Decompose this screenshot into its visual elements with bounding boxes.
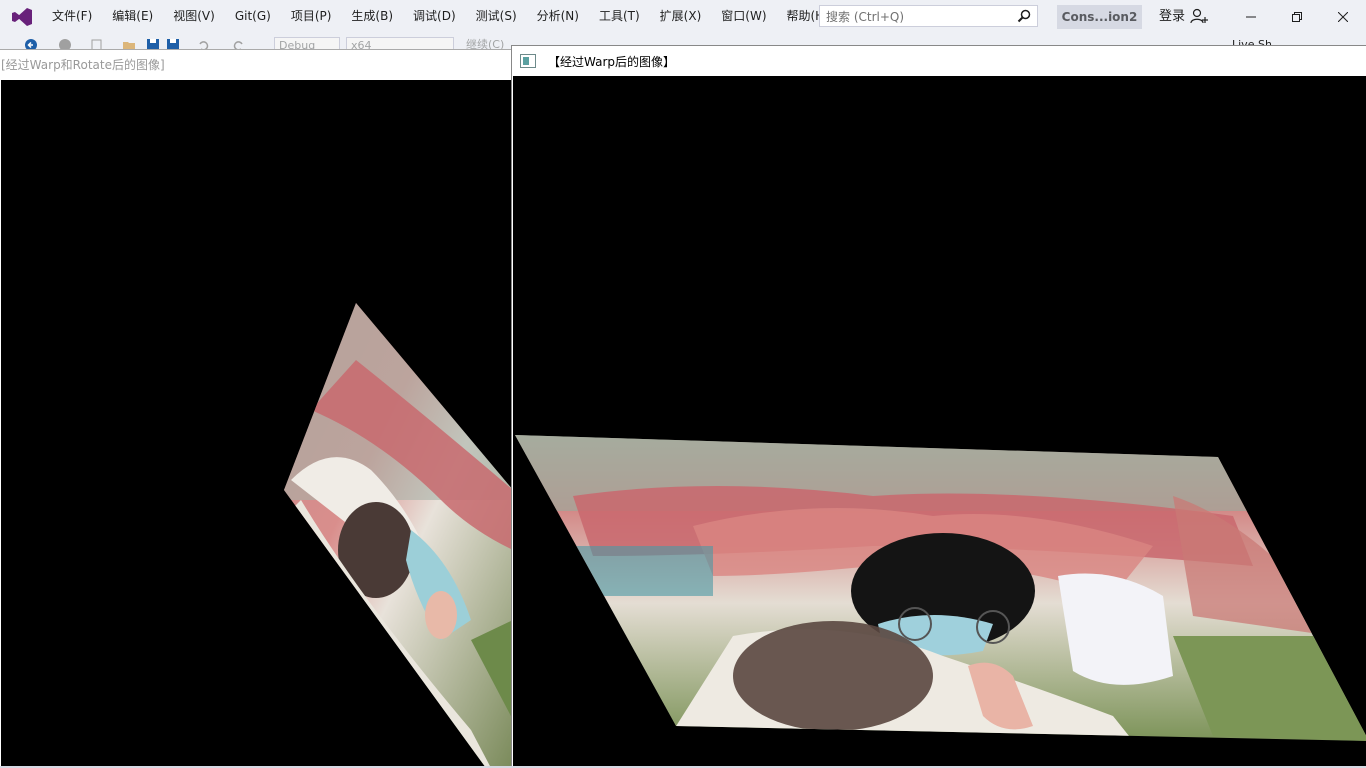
minimize-button[interactable] xyxy=(1228,0,1274,33)
search-box[interactable]: 搜索 (Ctrl+Q) xyxy=(819,5,1038,27)
account-icon[interactable] xyxy=(1190,8,1208,24)
opencv-window-warp[interactable]: 【经过Warp后的图像】 xyxy=(511,45,1366,768)
image-canvas xyxy=(1,80,513,768)
menu-git[interactable]: Git(G) xyxy=(225,0,281,33)
menu-file[interactable]: 文件(F) xyxy=(42,0,102,33)
window-titlebar: 【经过Warp后的图像】 xyxy=(512,46,1366,76)
menu-test[interactable]: 测试(S) xyxy=(466,0,527,33)
restore-icon xyxy=(1292,11,1302,22)
menu-debug[interactable]: 调试(D) xyxy=(403,0,466,33)
warped-rotated-image xyxy=(284,303,513,768)
menu-build[interactable]: 生成(B) xyxy=(341,0,403,33)
menu-view[interactable]: 视图(V) xyxy=(163,0,225,33)
visual-studio-logo-icon[interactable] xyxy=(10,6,34,28)
warped-image xyxy=(515,435,1366,741)
window-app-icon xyxy=(520,54,536,68)
restore-button[interactable] xyxy=(1274,0,1320,33)
menu-window[interactable]: 窗口(W) xyxy=(711,0,776,33)
search-icon xyxy=(1017,9,1031,23)
image-canvas xyxy=(513,76,1366,768)
search-input[interactable]: 搜索 (Ctrl+Q) xyxy=(826,8,1017,25)
close-icon xyxy=(1338,11,1348,22)
menu-edit[interactable]: 编辑(E) xyxy=(102,0,163,33)
opencv-window-warp-rotate[interactable]: [经过Warp和Rotate后的图像] xyxy=(0,49,514,768)
menu-tools[interactable]: 工具(T) xyxy=(589,0,650,33)
sign-in-link[interactable]: 登录 xyxy=(1159,0,1185,33)
window-title: 【经过Warp后的图像】 xyxy=(548,54,676,69)
menu-analyze[interactable]: 分析(N) xyxy=(527,0,589,33)
solution-name-badge[interactable]: Cons...ion2 xyxy=(1057,5,1142,29)
minimize-icon xyxy=(1246,16,1256,17)
window-title: [经过Warp和Rotate后的图像] xyxy=(0,50,513,80)
close-button[interactable] xyxy=(1320,0,1366,33)
vs-titlebar: 文件(F) 编辑(E) 视图(V) Git(G) 项目(P) 生成(B) 调试(… xyxy=(0,0,1366,33)
menu-project[interactable]: 项目(P) xyxy=(281,0,342,33)
menu-extensions[interactable]: 扩展(X) xyxy=(650,0,712,33)
